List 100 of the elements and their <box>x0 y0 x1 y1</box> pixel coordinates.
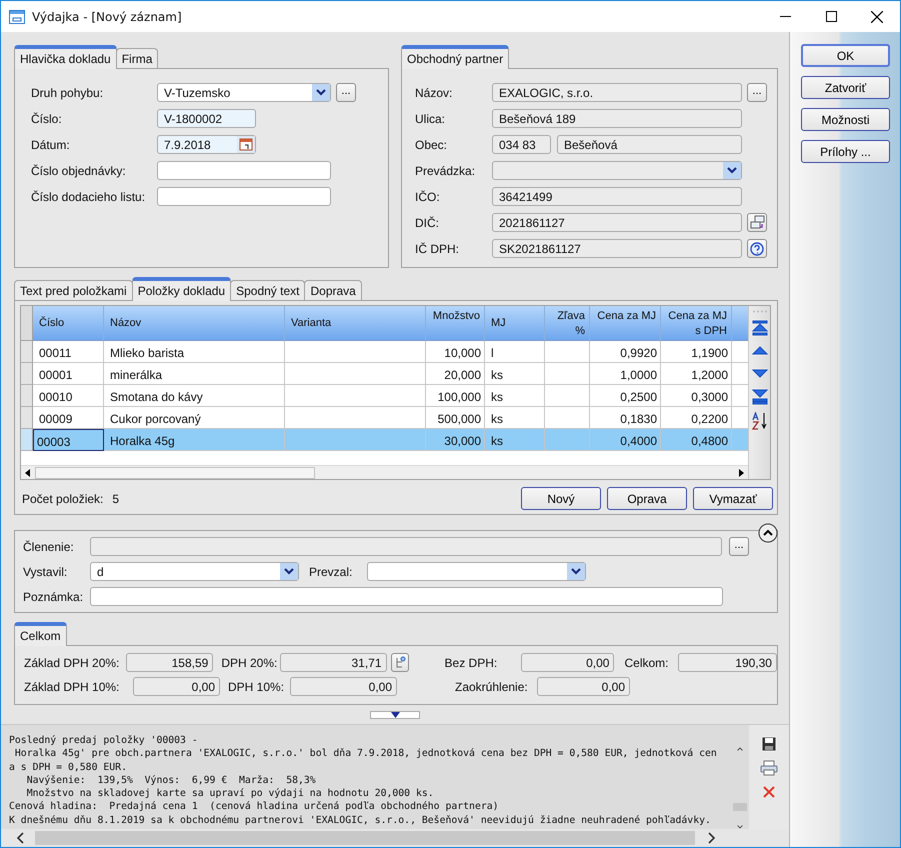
table-cell: 0,2500 <box>590 385 661 407</box>
save-icon[interactable] <box>762 737 776 751</box>
window-title: Výdajka - [Nový záznam] <box>32 10 183 24</box>
input-field[interactable] <box>157 187 331 206</box>
column-header[interactable]: Cena za MJ s DPH <box>661 306 732 341</box>
readonly-field: Bešeňová <box>557 135 742 154</box>
total-value: 0,00 <box>521 653 614 672</box>
readonly-field: 36421499 <box>492 187 742 206</box>
table-cell: ks <box>485 363 545 385</box>
readonly-field: EXALOGIC, s.r.o. <box>492 83 742 102</box>
column-header[interactable]: Cena za MJ <box>590 306 661 341</box>
tab[interactable]: Text pred položkami <box>14 280 133 300</box>
tab[interactable]: Obchodný partner <box>401 45 510 69</box>
table-cell: 0,4000 <box>590 429 661 451</box>
transfer-button[interactable] <box>747 213 767 232</box>
total-value: 0,00 <box>537 677 630 696</box>
delete-icon[interactable] <box>762 785 776 799</box>
column-header[interactable]: Zľava % <box>545 306 590 341</box>
browse-button[interactable]: ... <box>747 83 767 102</box>
last-icon[interactable] <box>750 389 768 405</box>
sort-icon[interactable] <box>750 412 768 430</box>
table-cell: Horalka 45g <box>104 429 285 451</box>
table-cell: 20,000 <box>426 363 485 385</box>
dropdown[interactable]: V-Tuzemsko <box>157 83 331 102</box>
action-button[interactable]: Vymazať <box>693 487 773 510</box>
dialog-button[interactable]: Prílohy ... <box>801 140 890 163</box>
header-filler <box>732 306 748 341</box>
table-cell: 0,2200 <box>661 407 732 429</box>
table-cell: 100,000 <box>426 385 485 407</box>
count-value: 5 <box>112 492 120 506</box>
field-label: Číslo: <box>31 112 63 126</box>
dropdown[interactable]: d <box>90 562 299 581</box>
field-label: Číslo dodacieho listu: <box>31 190 146 204</box>
table-cell: Mlieko barista <box>104 341 285 363</box>
dialog-button[interactable]: Zatvoriť <box>801 76 890 99</box>
readonly-field: 2021861127 <box>492 213 742 232</box>
vat-button[interactable] <box>390 653 409 672</box>
table-cell: 00003 <box>33 429 104 451</box>
vertical-scrollbar[interactable] <box>731 725 749 829</box>
field-label: Členenie: <box>23 540 75 554</box>
scroll-thumb[interactable] <box>733 803 747 812</box>
scroll-thumb[interactable] <box>35 466 315 478</box>
minimize-button[interactable] <box>780 16 790 18</box>
column-header[interactable]: Číslo <box>33 306 104 341</box>
scroll-thumb[interactable] <box>35 831 695 845</box>
table-cell: 0,1830 <box>590 407 661 429</box>
field-label: Vystavil: <box>23 564 68 578</box>
field-label: Obec: <box>415 138 448 152</box>
action-button[interactable]: Oprava <box>607 487 687 510</box>
browse-button[interactable]: ... <box>336 83 356 102</box>
print-icon[interactable] <box>760 760 778 776</box>
date-field[interactable]: 7.9.2018 <box>157 135 256 154</box>
action-button[interactable]: Nový <box>521 487 601 510</box>
total-label: Celkom: <box>624 656 670 670</box>
collapse-button[interactable] <box>758 523 778 543</box>
horizontal-scrollbar[interactable] <box>21 465 748 479</box>
total-label: Základ DPH 20%: <box>24 656 120 670</box>
input-field[interactable] <box>90 587 723 606</box>
help-button[interactable] <box>747 239 767 258</box>
column-header[interactable]: MJ <box>485 306 545 341</box>
input-field[interactable]: V-1800002 <box>157 109 256 128</box>
log-line: K dnešnému dňu 8.1.2019 sa k obchodnému partnerovi 'EXALOGIC, s.r.o., Bešeňová' neevidujú žiadne neuhradené pohľadávky. <box>9 814 712 828</box>
total-value: 190,30 <box>678 653 777 672</box>
table-cell <box>545 407 590 429</box>
tab[interactable]: Doprava <box>304 280 362 300</box>
field-label: IČO: <box>415 190 441 204</box>
table-cell: 30,000 <box>426 429 485 451</box>
tab[interactable]: Celkom <box>14 622 67 646</box>
dialog-button[interactable]: Možnosti <box>801 108 890 131</box>
close-button[interactable] <box>871 10 883 22</box>
log-line: Cenová hladina: Predajná cena 1 (cenová hladina určená podľa obchodného partnera) <box>9 800 500 814</box>
window-icon <box>9 10 25 24</box>
log-line: Množstvo na skladovej karte sa upraví po výdaji na hodnotu 20,000 ks. <box>26 787 435 800</box>
help-icon <box>750 242 764 256</box>
total-value: 0,00 <box>133 677 220 696</box>
field-label: Názov: <box>415 86 454 100</box>
field-label: IČ DPH: <box>415 242 460 256</box>
total-value: 158,59 <box>126 653 214 672</box>
total-value: 31,71 <box>280 653 387 672</box>
first-icon[interactable] <box>750 320 768 336</box>
maximize-button[interactable] <box>826 11 836 22</box>
log-line: Posledný predaj položky '00003 - <box>9 734 199 748</box>
tab[interactable]: Firma <box>116 48 158 68</box>
table-cell: ks <box>485 385 545 407</box>
column-header[interactable]: Množstvo <box>426 306 485 341</box>
log-line: Navýšenie: 139,5% Výnos: 6,99 € Marža: 58,3% <box>26 774 317 788</box>
column-header[interactable]: Názov <box>104 306 285 341</box>
tab[interactable]: Položky dokladu <box>132 277 232 301</box>
column-header[interactable]: Varianta <box>285 306 426 341</box>
splitter-handle[interactable] <box>370 711 420 719</box>
input-field[interactable] <box>157 161 331 180</box>
tree-icon <box>394 656 406 669</box>
table-cell <box>545 341 590 363</box>
total-label: DPH 20%: <box>221 656 278 670</box>
table-cell: 00011 <box>33 341 104 363</box>
browse-button[interactable]: ... <box>729 537 749 556</box>
field-label: Druh pohybu: <box>31 86 104 100</box>
dialog-button[interactable]: OK <box>801 44 890 67</box>
tab[interactable]: Spodný text <box>230 280 306 300</box>
tab[interactable]: Hlavička dokladu <box>14 45 117 69</box>
